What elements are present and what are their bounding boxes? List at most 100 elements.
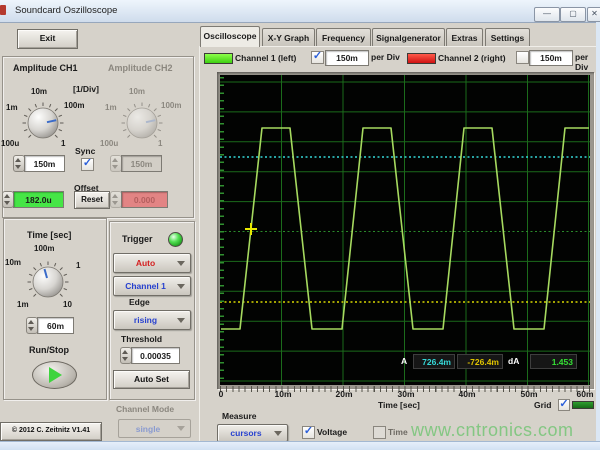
trigger-led bbox=[168, 232, 183, 247]
time-knob[interactable] bbox=[26, 260, 70, 304]
cursor-b-readout: -726.4m bbox=[457, 354, 503, 369]
ch2-amplitude-value[interactable]: 150m bbox=[121, 155, 162, 172]
tab-frequency[interactable]: Frequency bbox=[316, 28, 371, 46]
channel2-scale-field[interactable]: 150m bbox=[529, 50, 573, 66]
amplitude-ch2-knob[interactable] bbox=[120, 101, 164, 145]
delta-a-readout: 1.453 bbox=[530, 354, 577, 369]
tab-extras[interactable]: Extras bbox=[446, 28, 483, 46]
channel-mode-value: single bbox=[119, 424, 177, 434]
tab-signalgenerator[interactable]: Signalgenerator bbox=[372, 28, 445, 46]
channel1-scale-field[interactable]: 150m bbox=[325, 50, 369, 66]
ch2-offset-value[interactable]: 0.000 bbox=[121, 191, 168, 208]
x-tick-20m: 20m bbox=[331, 389, 357, 399]
grid-color-swatch bbox=[572, 401, 594, 409]
auto-set-button[interactable]: Auto Set bbox=[113, 370, 190, 389]
tab-oscilloscope[interactable]: Oscilloscope bbox=[200, 26, 260, 47]
close-button[interactable]: ✕ bbox=[587, 7, 600, 22]
measure-mode-value: cursors bbox=[218, 428, 274, 438]
edge-label: Edge bbox=[129, 297, 150, 307]
chevron-down-icon bbox=[177, 426, 185, 431]
maximize-button[interactable]: ▢ bbox=[560, 7, 586, 22]
channel1-label: Channel 1 (left) bbox=[235, 53, 296, 63]
scope-display[interactable]: A 726.4m -726.4m dA 1.453 bbox=[220, 75, 590, 385]
amplitude-unit-label: [1/Div] bbox=[73, 84, 99, 94]
time-dial-label-10m: 10m bbox=[5, 258, 21, 267]
chevron-down-icon bbox=[177, 261, 185, 266]
window-border-right bbox=[596, 22, 600, 442]
channel-mode-dropdown[interactable]: single bbox=[118, 419, 191, 438]
app-icon bbox=[0, 5, 6, 15]
crosshair-cursor[interactable] bbox=[245, 223, 257, 235]
amplitude-ch1-title: Amplitude CH1 bbox=[13, 63, 78, 73]
cursor-a-readout: 726.4m bbox=[413, 354, 455, 369]
chevron-down-icon bbox=[177, 318, 185, 323]
measure-title: Measure bbox=[222, 411, 257, 421]
measure-mode-dropdown[interactable]: cursors bbox=[217, 424, 288, 442]
run-stop-label: Run/Stop bbox=[29, 345, 69, 355]
x-tick-50m: 50m bbox=[516, 389, 542, 399]
time-dial-label-100m: 100m bbox=[34, 244, 54, 253]
time-title: Time [sec] bbox=[27, 230, 71, 240]
ch1-dial-label-100u: 100u bbox=[1, 139, 19, 148]
readout-a-label: A bbox=[401, 356, 407, 366]
time-checkbox[interactable]: ✓ bbox=[373, 426, 386, 439]
ch1-dial-label-1m: 1m bbox=[6, 103, 18, 112]
ch2-dial-label-10m: 10m bbox=[129, 87, 145, 96]
threshold-value[interactable]: 0.00035 bbox=[131, 347, 180, 364]
ch1-dial-label-100m: 100m bbox=[64, 101, 84, 110]
threshold-label: Threshold bbox=[121, 334, 162, 344]
x-axis-label: Time [sec] bbox=[378, 400, 420, 410]
trigger-source-value: Channel 1 bbox=[114, 281, 177, 291]
channel1-color-swatch bbox=[204, 53, 233, 64]
trigger-title: Trigger bbox=[122, 234, 153, 244]
trigger-edge-dropdown[interactable]: rising bbox=[113, 310, 191, 330]
chevron-down-icon bbox=[274, 431, 282, 436]
title-bar: Soundcard Oszilloscope — ▢ ✕ bbox=[0, 0, 600, 23]
grid-checkbox[interactable]: ✓ bbox=[558, 399, 570, 411]
chevron-down-icon bbox=[177, 284, 185, 289]
watermark: www.cntronics.com bbox=[411, 420, 574, 441]
grid-label: Grid bbox=[534, 400, 551, 410]
window-border-bottom[interactable] bbox=[0, 441, 600, 450]
x-tick-40m: 40m bbox=[454, 389, 480, 399]
channel1-enable-checkbox[interactable]: ✓ bbox=[311, 51, 324, 64]
play-icon bbox=[49, 367, 62, 383]
scope-display-frame: A 726.4m -726.4m dA 1.453 bbox=[217, 72, 594, 389]
amplitude-ch1-knob[interactable] bbox=[21, 101, 65, 145]
x-tick-0: 0 bbox=[215, 389, 227, 399]
app-window: Soundcard Oszilloscope — ▢ ✕ Exit Amplit… bbox=[0, 0, 600, 450]
time-value[interactable]: 60m bbox=[37, 317, 74, 334]
channel2-label: Channel 2 (right) bbox=[438, 53, 506, 63]
tab-settings[interactable]: Settings bbox=[485, 28, 530, 46]
offset-reset-button[interactable]: Reset bbox=[74, 191, 110, 209]
copyright-bar: © 2012 C. Zeitnitz V1.41 bbox=[0, 422, 102, 441]
ch1-dial-label-10m: 10m bbox=[31, 87, 47, 96]
minimize-button[interactable]: — bbox=[534, 7, 560, 22]
readout-da-label: dA bbox=[508, 356, 519, 366]
scope-y-ticks bbox=[220, 77, 224, 383]
sync-label: Sync bbox=[75, 146, 95, 156]
trigger-source-dropdown[interactable]: Channel 1 bbox=[113, 276, 191, 296]
trigger-mode-dropdown[interactable]: Auto bbox=[113, 253, 191, 273]
ch2-dial-label-100u: 100u bbox=[100, 139, 118, 148]
channel-mode-label: Channel Mode bbox=[116, 404, 174, 414]
scope-grid bbox=[220, 75, 590, 385]
run-stop-button[interactable] bbox=[32, 361, 77, 389]
ch2-dial-label-100m: 100m bbox=[161, 101, 181, 110]
x-tick-60m: 60m bbox=[572, 389, 598, 399]
tab-xy-graph[interactable]: X-Y Graph bbox=[262, 28, 315, 46]
time-dial-label-1: 1 bbox=[76, 261, 80, 270]
ch1-offset-value[interactable]: 182.0u bbox=[13, 191, 64, 208]
trigger-edge-value: rising bbox=[114, 315, 177, 325]
x-tick-10m: 10m bbox=[270, 389, 296, 399]
trigger-mode-value: Auto bbox=[114, 258, 177, 268]
exit-button[interactable]: Exit bbox=[17, 29, 78, 49]
sync-checkbox[interactable]: ✓ bbox=[81, 158, 94, 171]
channel2-enable-checkbox[interactable]: ✓ bbox=[516, 51, 529, 64]
voltage-label: Voltage bbox=[317, 427, 347, 437]
ch1-amplitude-value[interactable]: 150m bbox=[24, 155, 65, 172]
time-measure-label: Time bbox=[388, 427, 408, 437]
voltage-checkbox[interactable]: ✓ bbox=[302, 426, 315, 439]
x-tick-30m: 30m bbox=[393, 389, 419, 399]
ch2-dial-label-1m: 1m bbox=[105, 103, 117, 112]
